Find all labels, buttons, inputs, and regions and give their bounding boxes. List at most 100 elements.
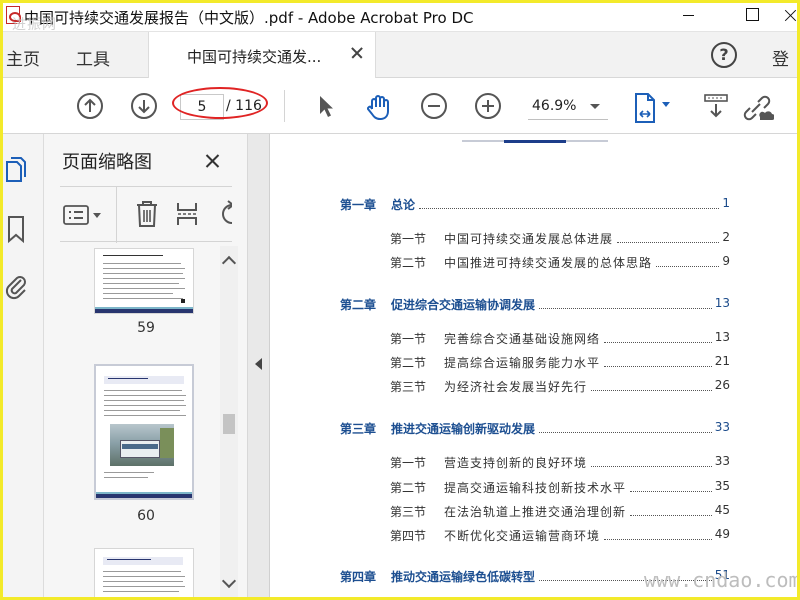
sign-in-button[interactable]: 登 xyxy=(772,45,789,70)
toc-leader-dots xyxy=(630,515,712,516)
toc-leader-dots xyxy=(604,539,712,540)
toc-leader-dots xyxy=(656,266,719,267)
previous-page-icon[interactable] xyxy=(76,92,104,120)
options-icon[interactable] xyxy=(62,201,106,229)
toc-page-number: 13 xyxy=(714,296,730,310)
thumbnails-panel: 页面缩略图 59 60 xyxy=(44,134,248,600)
toc-chapter-row[interactable]: 第一章 总论 1 xyxy=(270,196,800,214)
thumbnails-toolbar-divider xyxy=(116,187,117,243)
scrollbar-thumb[interactable] xyxy=(223,414,235,434)
tab-tools[interactable]: 工具 xyxy=(76,45,110,70)
toc-leader-dots xyxy=(539,432,712,433)
toc-leader-dots xyxy=(591,390,712,391)
toc-number: 第二节 xyxy=(390,481,427,495)
toc-section-row[interactable]: 第三节 在法治轨道上推进交通治理创新 45 xyxy=(270,503,800,521)
toc-number: 第一节 xyxy=(390,232,427,246)
toc-title: 营造支持创新的良好环境 xyxy=(444,456,588,470)
toc-leader-dots xyxy=(630,491,712,492)
toc-title: 不断优化交通运输营商环境 xyxy=(444,529,601,543)
toc-section-row[interactable]: 第二节 提高综合运输服务能力水平 21 xyxy=(270,354,800,372)
toc-chapter-row[interactable]: 第三章 推进交通运输创新驱动发展 33 xyxy=(270,420,800,438)
toc-page-number: 21 xyxy=(714,354,730,368)
toc-leader-dots xyxy=(617,242,719,243)
toc-section-row[interactable]: 第三节 为经济社会发展当好先行 26 xyxy=(270,378,800,396)
toc-number: 第三章 xyxy=(340,422,377,436)
maximize-icon[interactable] xyxy=(722,0,768,30)
toc-title: 中国推进可持续交通发展的总体思路 xyxy=(444,256,653,270)
toc-title: 完善综合交通基础设施网络 xyxy=(444,332,601,346)
watermark-top-left: 进振网 xyxy=(12,17,57,33)
minimize-icon[interactable] xyxy=(666,0,712,30)
page-thumbnails-icon[interactable] xyxy=(3,154,29,184)
toc-page-number: 33 xyxy=(714,454,730,468)
main-toolbar: 5 / 116 46.9% xyxy=(0,78,800,134)
toc-page-number: 45 xyxy=(714,503,730,517)
next-page-icon[interactable] xyxy=(130,92,158,120)
tab-document[interactable]: 中国可持续交通发... xyxy=(148,32,376,78)
navigation-rail xyxy=(0,134,44,600)
toc-title: 提高综合运输服务能力水平 xyxy=(444,356,601,370)
tab-close-icon[interactable] xyxy=(350,45,364,59)
close-icon[interactable] xyxy=(770,0,800,30)
select-arrow-icon[interactable] xyxy=(312,92,340,120)
bookmark-icon[interactable] xyxy=(3,214,29,244)
rotate-icon[interactable] xyxy=(216,199,232,229)
fit-page-icon[interactable] xyxy=(632,92,676,123)
toc-section-row[interactable]: 第二节 中国推进可持续交通发展的总体思路 9 xyxy=(270,254,800,272)
zoom-out-icon[interactable] xyxy=(420,92,448,120)
collapse-arrow-icon[interactable] xyxy=(255,358,262,370)
thumbnails-scrollbar[interactable] xyxy=(220,246,238,600)
toc-page-number: 13 xyxy=(714,330,730,344)
tab-document-label: 中国可持续交通发... xyxy=(187,48,322,66)
thumbnail-page-number: 59 xyxy=(137,320,155,336)
hand-tool-icon[interactable] xyxy=(364,92,392,120)
chevron-down-icon xyxy=(590,104,600,109)
help-icon[interactable]: ? xyxy=(711,42,737,68)
window-title: 中国可持续交通发展报告（中文版）.pdf - Adobe Acrobat Pro… xyxy=(24,9,474,27)
toc-section-row[interactable]: 第四节 不断优化交通运输营商环境 49 xyxy=(270,527,800,545)
toc-section-row[interactable]: 第二节 提高交通运输科技创新技术水平 35 xyxy=(270,479,800,497)
scroll-down-icon[interactable] xyxy=(221,573,237,589)
delete-icon[interactable] xyxy=(134,199,160,229)
toc-page-number: 49 xyxy=(714,527,730,541)
toc-title: 推动交通运输绿色低碳转型 xyxy=(391,570,536,584)
scroll-up-icon[interactable] xyxy=(221,255,237,271)
toc-number: 第二节 xyxy=(390,356,427,370)
toc-title: 在法治轨道上推进交通治理创新 xyxy=(444,505,627,519)
page-header-accent xyxy=(504,140,566,143)
link-icon[interactable] xyxy=(740,92,774,121)
toc-leader-dots xyxy=(604,366,712,367)
extract-icon[interactable] xyxy=(174,199,200,229)
zoom-level-dropdown[interactable]: 46.9% xyxy=(528,94,608,120)
toc-section-row[interactable]: 第一节 中国可持续交通发展总体进展 2 xyxy=(270,230,800,248)
zoom-level-value: 46.9% xyxy=(532,98,577,114)
attachment-icon[interactable] xyxy=(3,270,29,300)
toc-section-row[interactable]: 第一节 完善综合交通基础设施网络 13 xyxy=(270,330,800,348)
scroll-mode-icon[interactable] xyxy=(702,92,730,120)
tab-home[interactable]: 主页 xyxy=(6,45,40,70)
page-thumbnail[interactable] xyxy=(94,364,194,500)
page-thumbnail[interactable] xyxy=(94,548,194,600)
highlight-ellipse xyxy=(172,87,268,119)
toc-section-row[interactable]: 第一节 营造支持创新的良好环境 33 xyxy=(270,454,800,472)
toolbar-divider xyxy=(284,90,285,122)
toc-number: 第一节 xyxy=(390,456,427,470)
toc-page-number: 26 xyxy=(714,378,730,392)
toc-page-number: 2 xyxy=(722,230,730,244)
thumbnails-title: 页面缩略图 xyxy=(62,152,152,173)
title-bar: 中国可持续交通发展报告（中文版）.pdf - Adobe Acrobat Pro… xyxy=(0,0,800,33)
toc-title: 总论 xyxy=(391,198,416,212)
toc-chapter-row[interactable]: 第二章 促进综合交通运输协调发展 13 xyxy=(270,296,800,314)
toc-page-number: 9 xyxy=(722,254,730,268)
toc-page-number: 33 xyxy=(714,420,730,434)
close-panel-icon[interactable] xyxy=(204,152,220,168)
toc-leader-dots xyxy=(591,466,712,467)
toc-number: 第一章 xyxy=(340,198,377,212)
zoom-in-icon[interactable] xyxy=(474,92,502,120)
toc-title: 推进交通运输创新驱动发展 xyxy=(391,422,536,436)
panel-collapse-gutter[interactable] xyxy=(248,134,270,600)
document-view[interactable]: 第一章 总论 1 第一节 中国可持续交通发展总体进展 2 第二节 中国推进可持续交通发展的总体… xyxy=(270,134,800,600)
toc-title: 为经济社会发展当好先行 xyxy=(444,380,588,394)
tab-bar: 主页 工具 中国可持续交通发... ? 登 xyxy=(0,32,800,78)
page-thumbnail[interactable] xyxy=(94,248,194,314)
